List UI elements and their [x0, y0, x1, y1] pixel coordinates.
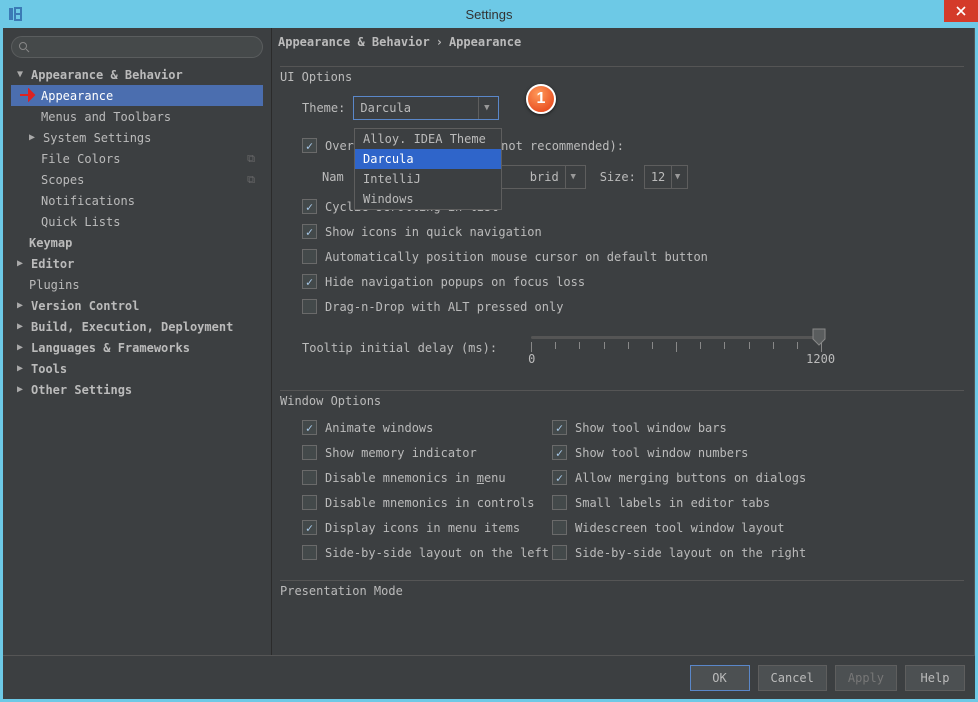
search-icon — [18, 41, 30, 53]
chevron-right-icon: ▶ — [17, 384, 29, 395]
sbs-right-checkbox[interactable] — [552, 545, 567, 560]
auto-cursor-checkbox[interactable] — [302, 249, 317, 264]
tree-tools[interactable]: ▶Tools — [11, 358, 263, 379]
cancel-button[interactable]: Cancel — [758, 665, 827, 691]
chevron-down-icon: ▼ — [478, 97, 494, 119]
chevron-down-icon: ▼ — [565, 166, 581, 188]
theme-select[interactable]: Darcula ▼ — [353, 96, 499, 120]
titlebar: Settings — [0, 0, 978, 28]
tree-version-control[interactable]: ▶Version Control — [11, 295, 263, 316]
theme-opt-intellij[interactable]: IntelliJ — [355, 169, 501, 189]
chevron-down-icon: ▼ — [671, 166, 683, 188]
ok-button[interactable]: OK — [690, 665, 750, 691]
menu-icons-checkbox[interactable] — [302, 520, 317, 535]
chevron-right-icon: ▶ — [17, 300, 29, 311]
chevron-right-icon: ▶ — [17, 321, 29, 332]
close-button[interactable] — [944, 0, 978, 22]
chevron-right-icon: ▶ — [29, 132, 41, 143]
theme-label: Theme: — [302, 101, 345, 115]
tooltip-delay-slider[interactable]: 0 1200 — [531, 330, 821, 366]
theme-select-popup: Alloy. IDEA Theme Darcula IntelliJ Windo… — [354, 128, 502, 210]
help-button[interactable]: Help — [905, 665, 965, 691]
ui-options-section: UI Options — [280, 66, 964, 84]
animate-windows-checkbox[interactable] — [302, 420, 317, 435]
settings-tree: ▼Appearance & Behavior Appearance Menus … — [11, 64, 263, 647]
close-icon — [956, 6, 966, 16]
tool-bars-checkbox[interactable] — [552, 420, 567, 435]
apply-button[interactable]: Apply — [835, 665, 897, 691]
tool-numbers-checkbox[interactable] — [552, 445, 567, 460]
tree-build[interactable]: ▶Build, Execution, Deployment — [11, 316, 263, 337]
small-labels-checkbox[interactable] — [552, 495, 567, 510]
tooltip-delay-label: Tooltip initial delay (ms): — [302, 341, 497, 355]
theme-opt-darcula[interactable]: Darcula — [355, 149, 501, 169]
font-name-label: Nam — [322, 170, 344, 184]
tree-notifications[interactable]: Notifications — [11, 190, 263, 211]
memory-indicator-checkbox[interactable] — [302, 445, 317, 460]
presentation-section: Presentation Mode — [280, 580, 964, 598]
callout-badge: 1 — [526, 84, 556, 114]
search-input[interactable] — [34, 40, 256, 54]
font-name-select[interactable]: brid ▼ — [488, 165, 586, 189]
chevron-down-icon: ▼ — [17, 69, 29, 80]
window-title: Settings — [466, 7, 513, 22]
chevron-right-icon: ▶ — [17, 342, 29, 353]
chevron-right-icon: ▶ — [17, 258, 29, 269]
hide-popups-checkbox[interactable] — [302, 274, 317, 289]
cyclic-scroll-checkbox[interactable] — [302, 199, 317, 214]
tree-languages[interactable]: ▶Languages & Frameworks — [11, 337, 263, 358]
theme-opt-alloy[interactable]: Alloy. IDEA Theme — [355, 129, 501, 149]
callout-arrow-icon — [19, 88, 39, 105]
font-size-select[interactable]: 12 ▼ — [644, 165, 688, 189]
tree-other-settings[interactable]: ▶Other Settings — [11, 379, 263, 400]
copy-icon: ⧉ — [247, 152, 255, 166]
tree-quick-lists[interactable]: Quick Lists — [11, 211, 263, 232]
tree-appearance[interactable]: Appearance — [11, 85, 263, 106]
tree-plugins[interactable]: Plugins — [11, 274, 263, 295]
tree-menus-toolbars[interactable]: Menus and Toolbars — [11, 106, 263, 127]
disable-mnemonics-controls-checkbox[interactable] — [302, 495, 317, 510]
widescreen-checkbox[interactable] — [552, 520, 567, 535]
font-size-label: Size: — [600, 170, 636, 184]
chevron-right-icon: ▶ — [17, 363, 29, 374]
disable-mnemonics-menu-checkbox[interactable] — [302, 470, 317, 485]
tree-scopes[interactable]: Scopes⧉ — [11, 169, 263, 190]
dialog-footer: OK Cancel Apply Help — [3, 655, 975, 699]
window-options-section: Window Options — [280, 390, 964, 408]
sbs-left-checkbox[interactable] — [302, 545, 317, 560]
tree-file-colors[interactable]: File Colors⧉ — [11, 148, 263, 169]
override-font-checkbox[interactable] — [302, 138, 317, 153]
theme-opt-windows[interactable]: Windows — [355, 189, 501, 209]
tree-editor[interactable]: ▶Editor — [11, 253, 263, 274]
app-icon — [6, 5, 24, 23]
slider-thumb-icon[interactable] — [811, 328, 827, 346]
tree-keymap[interactable]: Keymap — [11, 232, 263, 253]
tree-appearance-behavior[interactable]: ▼Appearance & Behavior — [11, 64, 263, 85]
drag-alt-checkbox[interactable] — [302, 299, 317, 314]
merge-dialog-buttons-checkbox[interactable] — [552, 470, 567, 485]
sidebar-search[interactable] — [11, 36, 263, 58]
tree-system-settings[interactable]: ▶System Settings — [11, 127, 263, 148]
settings-sidebar: ▼Appearance & Behavior Appearance Menus … — [3, 28, 271, 655]
copy-icon: ⧉ — [247, 173, 255, 187]
settings-content: Appearance & Behavior › Appearance UI Op… — [271, 28, 975, 655]
quick-nav-icons-checkbox[interactable] — [302, 224, 317, 239]
breadcrumb: Appearance & Behavior › Appearance — [272, 28, 974, 56]
